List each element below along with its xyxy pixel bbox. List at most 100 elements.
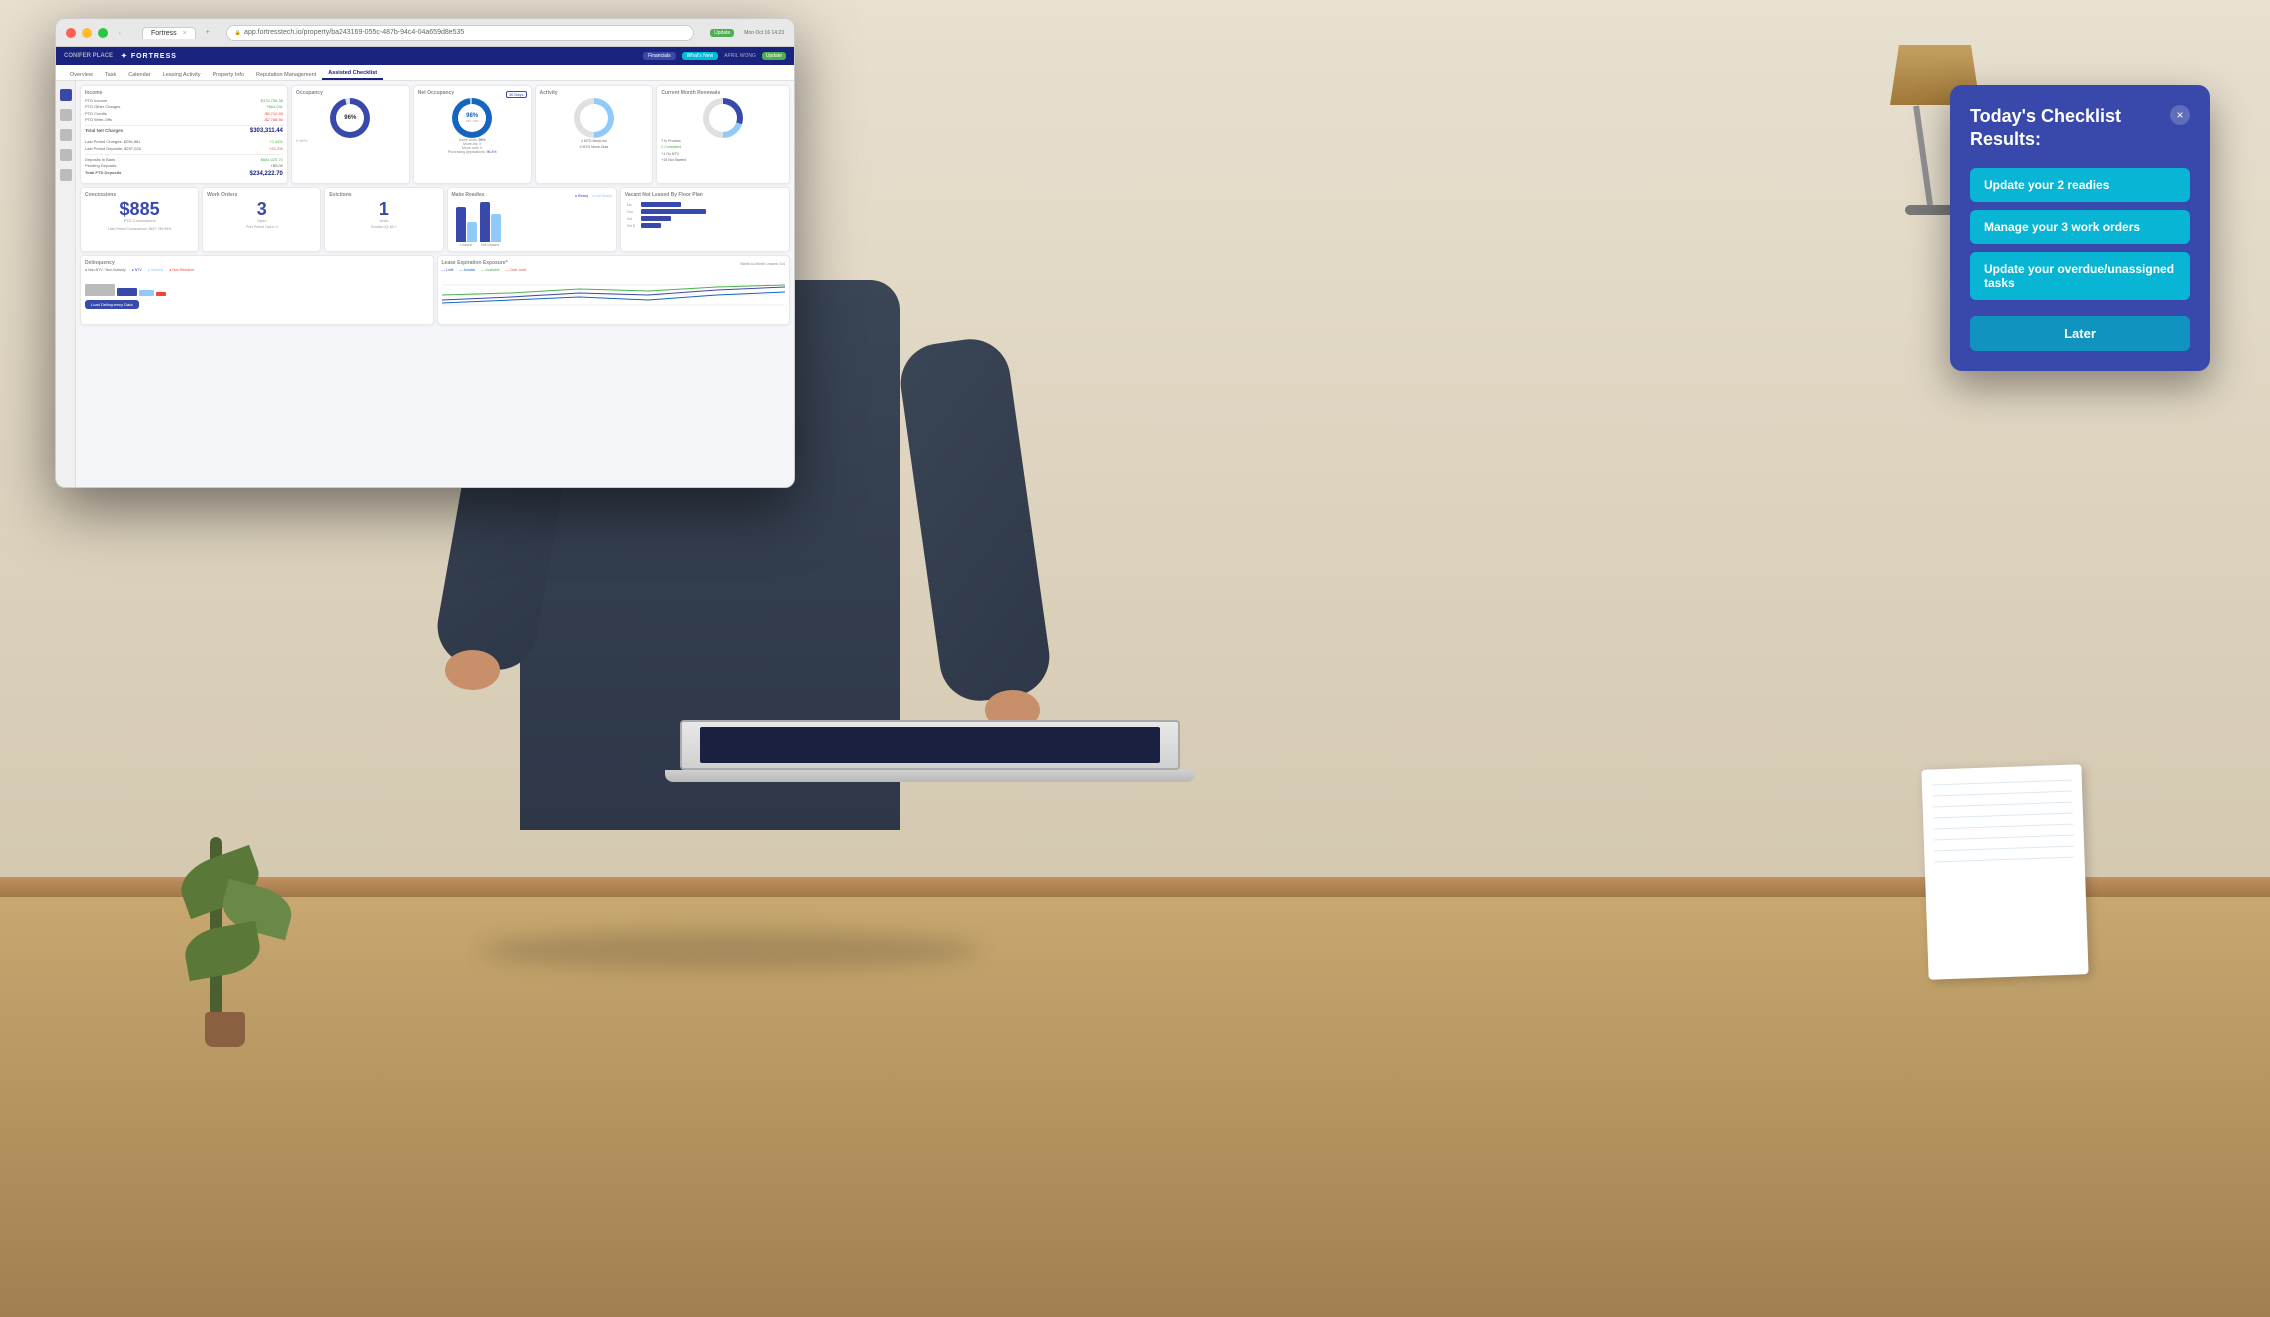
net-occupancy-card: Net Occupancy 30 Days 98% 245 / 250 Down… <box>413 85 532 184</box>
floor-label-3rdb: 3rd B <box>627 224 639 228</box>
lease-legend-over: — Over Limit <box>506 268 526 272</box>
sidebar-icon-users[interactable] <box>60 109 72 121</box>
income-row-total: Total Net Charges $303,311.44 <box>85 125 283 137</box>
app-sidebar <box>56 81 76 487</box>
lease-legend-available: — Available <box>481 268 499 272</box>
activity-mtd-outs: 4 MTD Move-Outs <box>540 144 649 150</box>
activity-card: Activity 4 MTD Move-Ins 4 MTD Move-Outs <box>535 85 654 184</box>
checklist-item-tasks[interactable]: Update your overdue/unassigned tasks <box>1970 252 2190 300</box>
total-deposits-label: Total PTD Deposits <box>85 170 121 180</box>
net-occ-donut-container: 98% 245 / 250 <box>418 98 527 138</box>
tab-overview[interactable]: Overview <box>64 70 99 80</box>
new-tab-btn[interactable]: + <box>206 29 210 36</box>
notebook-line <box>1932 780 2072 786</box>
vacant-floor-title: Vacant Not Leased By Floor Plan <box>625 192 785 198</box>
financials-btn[interactable]: Financials <box>643 52 676 60</box>
notebook-line <box>1933 813 2073 819</box>
time-indicator: Mon Oct 16 14:23 <box>744 30 784 36</box>
desk-notebook <box>1921 764 2088 979</box>
not-leased-not-ready-bar <box>491 214 501 242</box>
tab-leasing-activity[interactable]: Leasing Activity <box>157 70 207 80</box>
income-value: -$2,768.50 <box>264 117 283 123</box>
floor-row-3rdb: 3rd B <box>627 223 783 228</box>
work-orders-content: 3 Open Prev Period Open: 0 <box>207 200 316 229</box>
delinq-bar-4 <box>156 292 166 296</box>
tab-task[interactable]: Task <box>99 70 122 80</box>
vacant-floor-card: Vacant Not Leased By Floor Plan 1st 2nd … <box>620 187 790 252</box>
whats-new-btn[interactable]: What's New <box>682 52 719 60</box>
activity-stats: 4 MTD Move-Ins 4 MTD Move-Outs <box>540 138 649 151</box>
delinquency-card: Delinquency ● Non-NTV / Non-Subsidy ● NT… <box>80 255 434 325</box>
person-arm-right <box>895 334 1054 706</box>
delinq-bar-3 <box>139 290 154 296</box>
work-orders-title: Work Orders <box>207 192 316 198</box>
dashboard-row-3: Delinquency ● Non-NTV / Non-Subsidy ● NT… <box>80 255 790 325</box>
browser-update-btn[interactable]: Update <box>710 29 734 37</box>
browser-nav-back[interactable]: ← <box>118 30 123 36</box>
concessions-last-period: Last Period Concessions: $467 +89.95% <box>85 227 194 231</box>
leased-group: Leased <box>456 207 477 247</box>
net-occ-header: Net Occupancy 30 Days <box>418 90 527 98</box>
income-label: PTD Write-Offs <box>85 117 112 123</box>
make-readies-chart: Leased Not Leased <box>452 202 612 247</box>
work-orders-count: 3 <box>207 200 316 218</box>
sidebar-icon-settings[interactable] <box>60 129 72 141</box>
notebook-content <box>1921 764 2085 888</box>
work-orders-open-label: Open <box>207 218 316 223</box>
evictions-count: 1 <box>329 200 438 218</box>
address-bar[interactable]: 🔒 app.fortresstech.io/property/ba243169-… <box>226 25 694 41</box>
browser-tab-fortress[interactable]: Fortress × <box>142 27 196 39</box>
browser-nav-forward[interactable]: → <box>131 30 136 36</box>
concessions-label: PTD Concessions <box>85 218 194 223</box>
dashboard-row-1: Income PTD Income $376,756.38 PTD Other … <box>80 85 790 184</box>
checklist-close-btn[interactable]: × <box>2170 105 2190 125</box>
checklist-item-readies[interactable]: Update your 2 readies <box>1970 168 2190 202</box>
load-delinquency-btn[interactable]: Load Delinquency Data <box>85 300 139 309</box>
evictions-content: 1 Units Eviction IQ: $0 + <box>329 200 438 229</box>
delinquency-bars <box>85 276 429 296</box>
sidebar-icon-reports[interactable] <box>60 149 72 161</box>
delinq-legend-2: ● NTV <box>132 268 142 272</box>
not-leased-label: Not Leased <box>481 243 499 247</box>
checklist-item-work-orders[interactable]: Manage your 3 work orders <box>1970 210 2190 244</box>
total-deposits-value: $234,222.70 <box>250 170 283 180</box>
lamp-arm <box>1913 106 1933 206</box>
window-minimize-btn[interactable] <box>82 28 92 38</box>
period-selector[interactable]: 30 Days <box>506 91 527 98</box>
renewals-donut <box>703 98 743 138</box>
occupancy-donut: 96% <box>330 98 370 138</box>
floor-bar-3rdb <box>641 223 661 228</box>
person-hand-left <box>445 650 500 690</box>
floor-bar-3rd <box>641 216 671 221</box>
delinquency-legend: ● Non-NTV / Non-Subsidy ● NTV ● Subsidy … <box>85 268 429 272</box>
sidebar-icon-help[interactable] <box>60 169 72 181</box>
not-leased-ready-bar <box>480 202 490 242</box>
delinquency-title: Delinquency <box>85 260 429 266</box>
checklist-header: Today's Checklist Results: × <box>1970 105 2190 152</box>
income-lpd-change: +21.2% <box>269 146 283 152</box>
net-occ-donut: 98% 245 / 250 <box>452 98 492 138</box>
plant-decoration <box>210 837 222 1017</box>
activity-title: Activity <box>540 90 649 96</box>
tab-calendar[interactable]: Calendar <box>122 70 156 80</box>
not-ready-legend: ● Not Ready <box>592 194 612 198</box>
occupancy-donut-container: 96% <box>296 98 405 138</box>
navigation-tabs: Overview Task Calendar Leasing Activity … <box>56 65 794 81</box>
window-close-btn[interactable] <box>66 28 76 38</box>
tab-assisted-checklist[interactable]: Assisted Checklist <box>322 68 383 80</box>
notebook-line <box>1932 791 2072 797</box>
tab-property-info[interactable]: Property Info <box>206 70 250 80</box>
later-btn[interactable]: Later <box>1970 316 2190 351</box>
lamp-base <box>1905 205 1955 215</box>
app-update-btn[interactable]: Update <box>762 52 786 60</box>
income-label: Last Period Deposits: $297,026 <box>85 146 141 152</box>
tab-close[interactable]: × <box>183 30 187 37</box>
occupancy-card: Occupancy 96% 0 96% <box>291 85 410 184</box>
sidebar-icon-home[interactable] <box>60 89 72 101</box>
window-maximize-btn[interactable] <box>98 28 108 38</box>
tab-reputation-management[interactable]: Reputation Management <box>250 70 322 80</box>
browser-window: ← → Fortress × + 🔒 app.fortresstech.io/p… <box>55 18 795 488</box>
app-logo: ✦ FORTRESS <box>121 52 177 60</box>
tab-title: Fortress <box>151 30 177 37</box>
income-total-value: $303,311.44 <box>250 127 283 137</box>
